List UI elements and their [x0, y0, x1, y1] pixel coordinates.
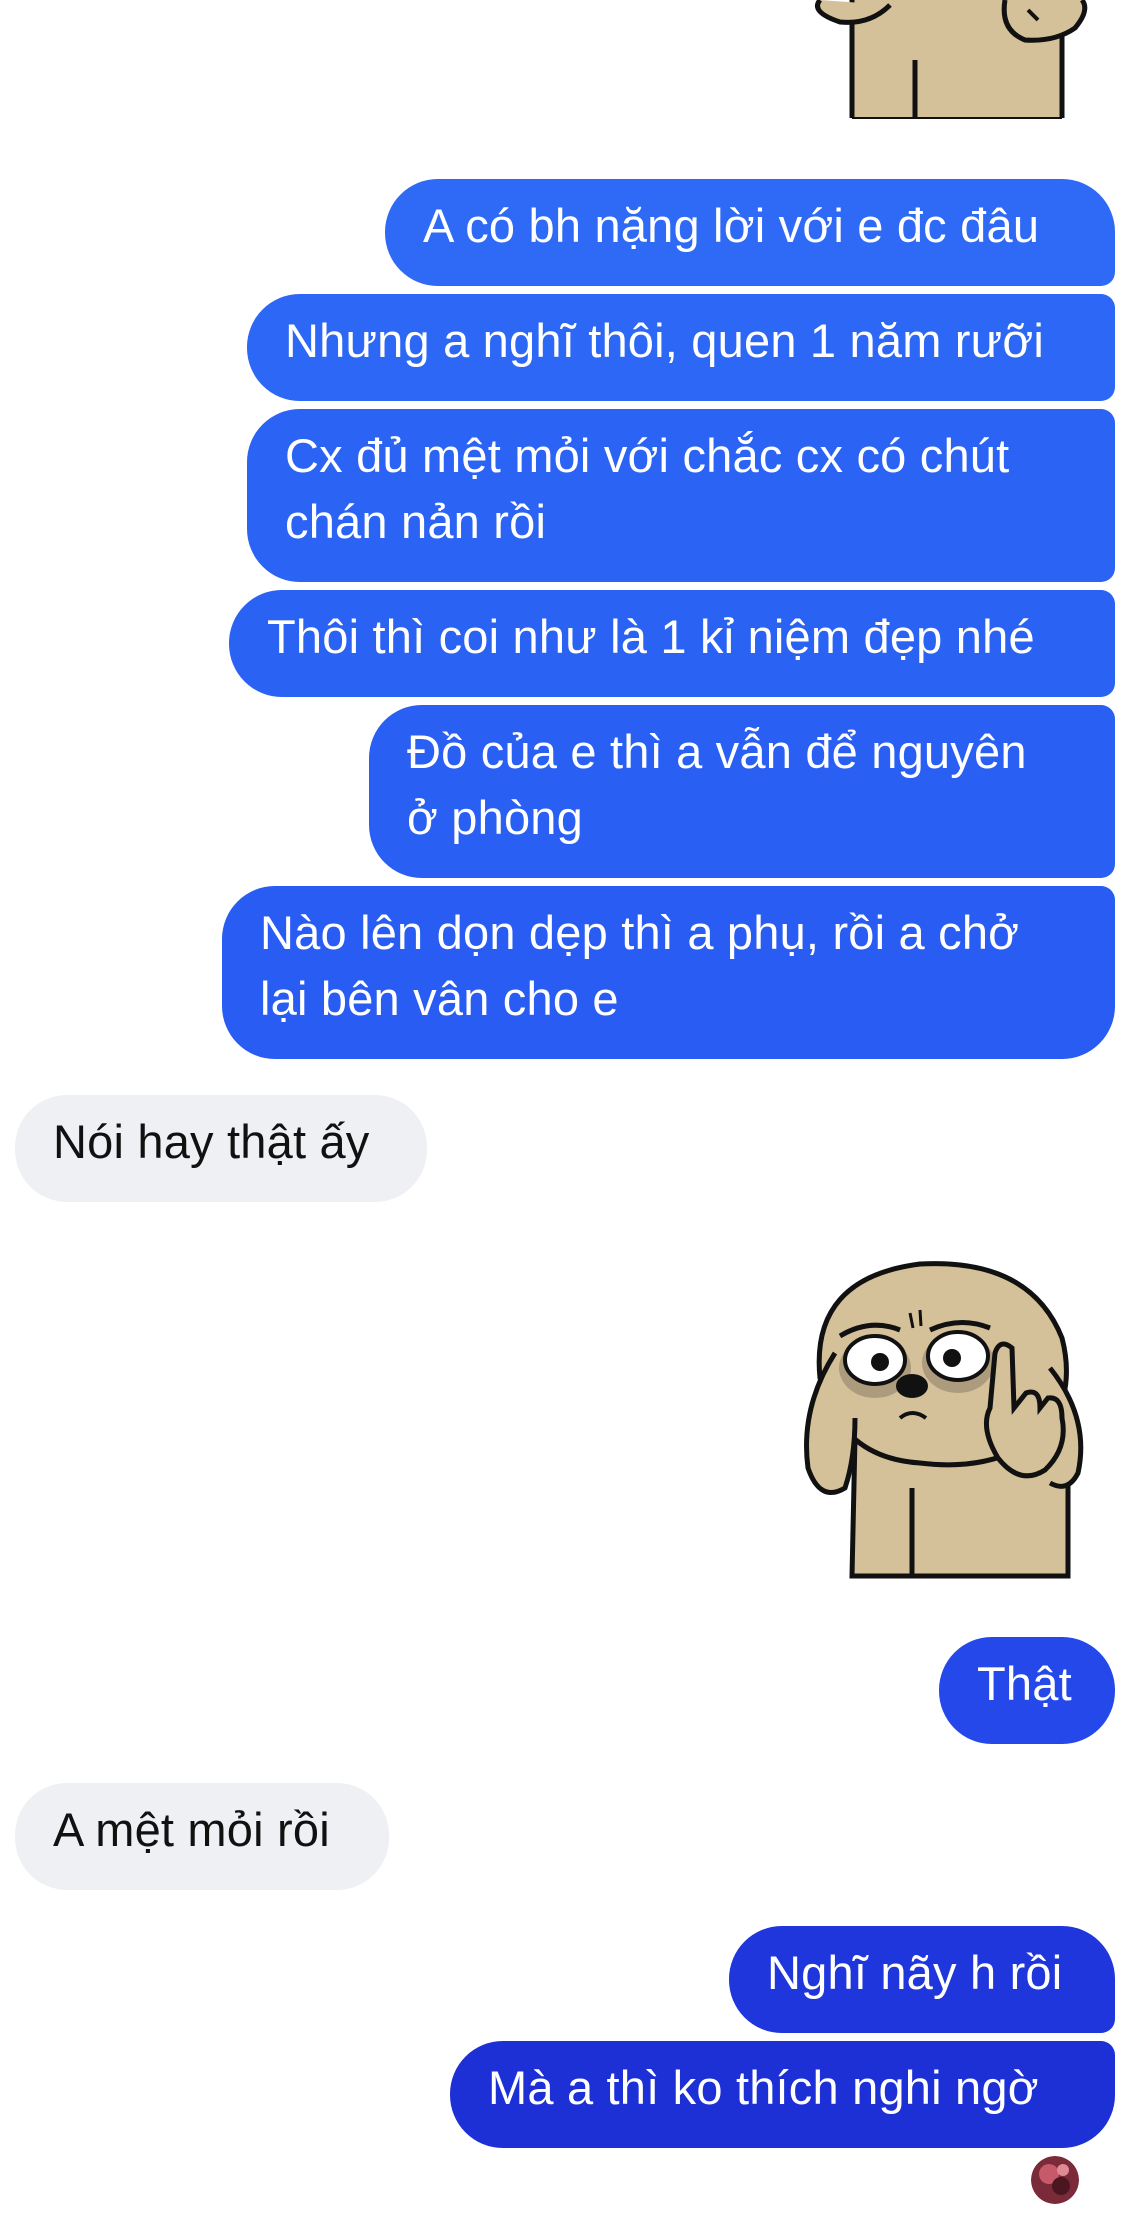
- avatar-read-receipt-icon: [1031, 2156, 1079, 2204]
- outgoing-message-bubble[interactable]: A có bh nặng lời với e đc đâu: [385, 179, 1115, 286]
- incoming-message-bubble[interactable]: A mệt mỏi rồi: [15, 1783, 389, 1890]
- incoming-message-bubble[interactable]: Nói hay thật ấy: [15, 1095, 427, 1202]
- outgoing-message-bubble[interactable]: Thôi thì coi như là 1 kỉ niệm đẹp nhé: [229, 590, 1115, 697]
- outgoing-message-bubble[interactable]: Nhưng a nghĩ thôi, quen 1 năm rưỡi: [247, 294, 1115, 401]
- puppy-sticker-partial-icon[interactable]: [800, 0, 1100, 125]
- outgoing-message-bubble[interactable]: Nghĩ nãy h rồi: [729, 1926, 1115, 2033]
- outgoing-message-bubble[interactable]: Mà a thì ko thích nghi ngờ: [450, 2041, 1115, 2148]
- puppy-pointing-sticker-icon[interactable]: [800, 1258, 1100, 1588]
- outgoing-message-bubble[interactable]: Đồ của e thì a vẫn để nguyên ở phòng: [369, 705, 1115, 878]
- outgoing-message-bubble[interactable]: Cx đủ mệt mỏi với chắc cx có chút chán n…: [247, 409, 1115, 582]
- outgoing-message-bubble[interactable]: Nào lên dọn dẹp thì a phụ, rồi a chở lại…: [222, 886, 1115, 1059]
- outgoing-message-bubble[interactable]: Thật: [939, 1637, 1115, 1744]
